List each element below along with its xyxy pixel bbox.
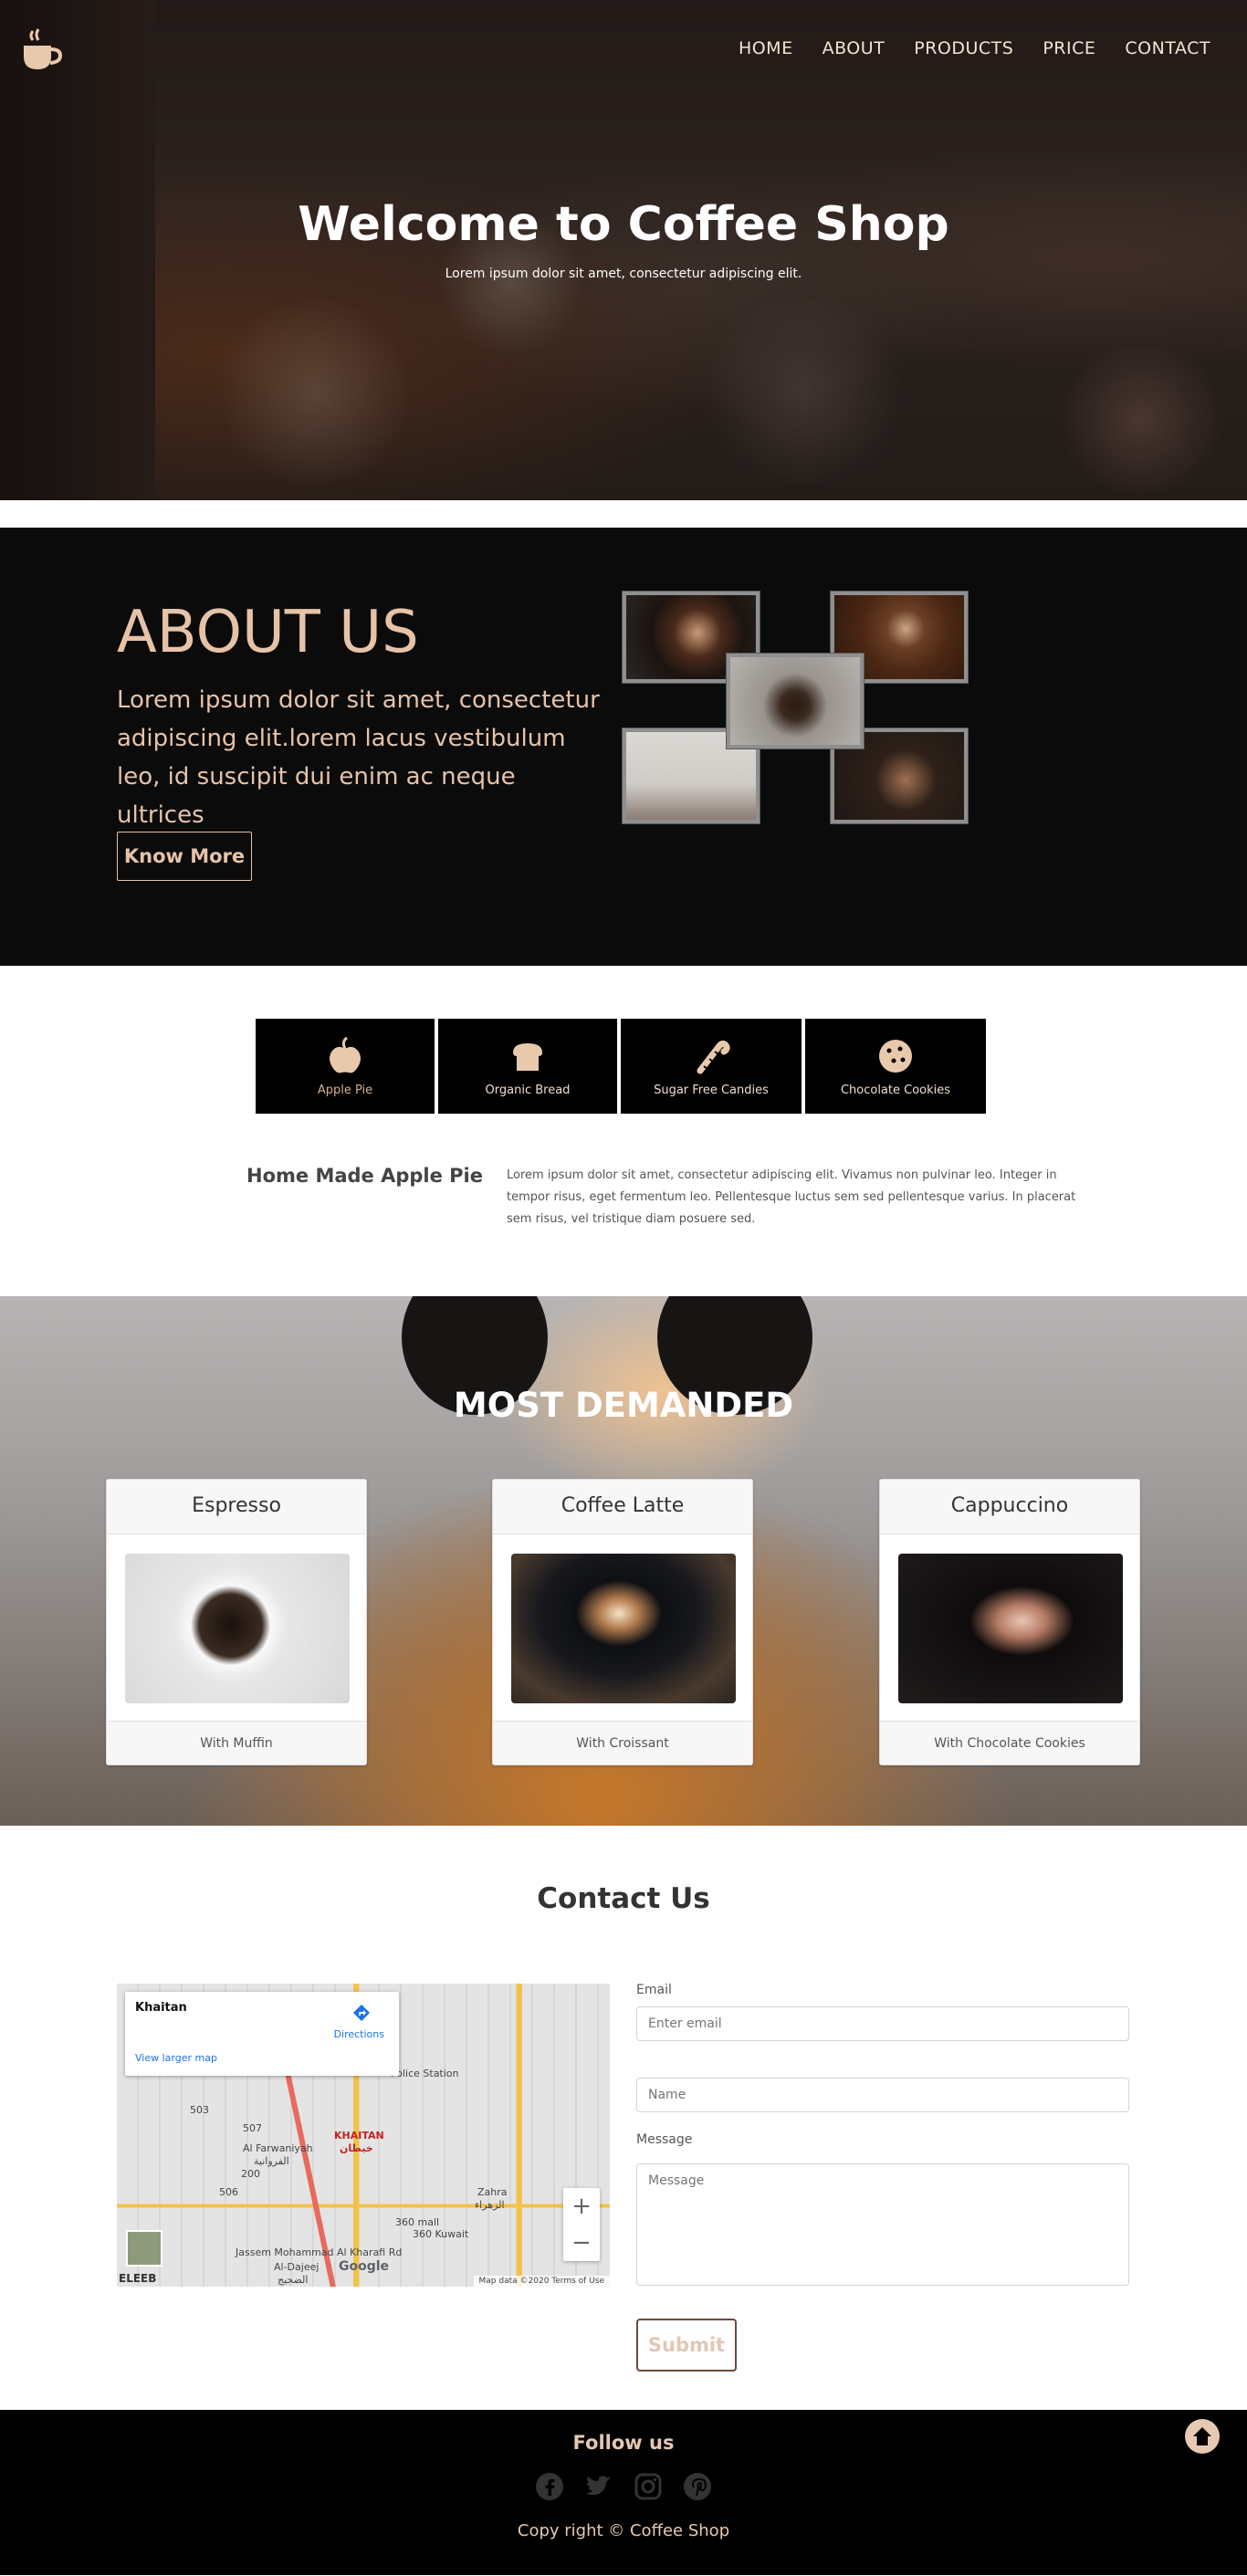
scroll-to-top-icon[interactable] bbox=[1183, 2417, 1221, 2456]
product-title: Home Made Apple Pie bbox=[246, 1165, 483, 1187]
nav-products[interactable]: PRODUCTS bbox=[914, 38, 1013, 58]
map-place-name: Khaitan bbox=[135, 2001, 187, 2015]
map-label: Al Farwaniyah bbox=[243, 2142, 313, 2154]
hero-title: Welcome to Coffee Shop bbox=[298, 197, 949, 252]
map-label: 360 mall bbox=[395, 2216, 440, 2228]
map-label: Jassem Mohammad Al Kharafi Rd bbox=[236, 2246, 403, 2258]
map-label: 200 bbox=[241, 2168, 260, 2180]
espresso-photo bbox=[125, 1554, 350, 1703]
facebook-icon[interactable] bbox=[535, 2472, 564, 2501]
satellite-toggle[interactable] bbox=[126, 2230, 162, 2267]
map-info-card: Khaitan Directions View larger map bbox=[125, 1992, 399, 2076]
submit-button[interactable]: Submit bbox=[636, 2319, 737, 2372]
know-more-button[interactable]: Know More bbox=[117, 832, 252, 881]
view-larger-map-link[interactable]: View larger map bbox=[135, 2052, 217, 2064]
follow-us-title: Follow us bbox=[572, 2432, 675, 2454]
most-demanded-title: MOST DEMANDED bbox=[453, 1386, 794, 1425]
product-card-coffee-latte[interactable]: Coffee Latte With Croissant bbox=[492, 1479, 753, 1765]
espresso-top-photo bbox=[727, 654, 864, 749]
email-label: Email bbox=[636, 1983, 672, 1997]
map-label: 360 Kuwait bbox=[413, 2228, 469, 2240]
map-label: خيطان bbox=[340, 2142, 373, 2154]
about-title: ABOUT US bbox=[117, 599, 419, 666]
nav-contact[interactable]: CONTACT bbox=[1125, 38, 1210, 58]
main-nav: HOME ABOUT PRODUCTS PRICE CONTACT bbox=[739, 38, 1210, 58]
zoom-out-button[interactable]: − bbox=[563, 2225, 600, 2261]
map-label: الفروانية bbox=[254, 2155, 289, 2167]
map-label: الزهراء bbox=[475, 2199, 505, 2211]
nav-price[interactable]: PRICE bbox=[1043, 38, 1095, 58]
card-footer: With Croissant bbox=[493, 1721, 752, 1764]
card-title: Cappuccino bbox=[880, 1480, 1139, 1534]
email-field[interactable] bbox=[636, 2006, 1129, 2041]
contact-section: Contact Us Police Station 507 503 200 50… bbox=[0, 1826, 1247, 2410]
tab-sugar-free-candies[interactable]: Sugar Free Candies bbox=[621, 1019, 802, 1114]
candy-cane-icon bbox=[697, 1040, 730, 1073]
product-description: Lorem ipsum dolor sit amet, consectetur … bbox=[507, 1168, 1076, 1226]
product-card-espresso[interactable]: Espresso With Muffin bbox=[106, 1479, 367, 1765]
name-field[interactable] bbox=[636, 2078, 1129, 2112]
apple-icon bbox=[330, 1036, 361, 1073]
tab-chocolate-cookies[interactable]: Chocolate Cookies bbox=[805, 1019, 986, 1114]
map-label: Zahra bbox=[477, 2186, 508, 2198]
cappuccino-photo bbox=[898, 1554, 1123, 1703]
bread-icon bbox=[513, 1042, 542, 1071]
product-tabs: Apple Pie Organic Bread Sugar Free Candi… bbox=[256, 1019, 986, 1114]
cookie-icon bbox=[879, 1039, 912, 1073]
map-label: Al-Dajeej bbox=[274, 2261, 320, 2273]
about-section: ABOUT US Lorem ipsum dolor sit amet, con… bbox=[0, 528, 1247, 966]
nav-about[interactable]: ABOUT bbox=[823, 38, 885, 58]
map-label: 506 bbox=[219, 2186, 238, 2198]
directions-link[interactable]: Directions bbox=[334, 2028, 384, 2040]
google-logo: Google bbox=[339, 2259, 390, 2274]
map-label: Police Station bbox=[391, 2068, 459, 2079]
card-title: Coffee Latte bbox=[493, 1480, 752, 1534]
map-label: 507 bbox=[243, 2122, 262, 2134]
map-zoom-controls: + − bbox=[563, 2188, 600, 2261]
map-label: 503 bbox=[190, 2104, 209, 2116]
tab-organic-bread[interactable]: Organic Bread bbox=[438, 1019, 617, 1114]
directions-icon[interactable] bbox=[351, 2003, 372, 2023]
about-text: Lorem ipsum dolor sit amet, consectetur … bbox=[117, 686, 600, 829]
hero-subtitle: Lorem ipsum dolor sit amet, consectetur … bbox=[445, 267, 802, 281]
map-label: KHAITAN bbox=[334, 2130, 384, 2141]
products-section: Apple Pie Organic Bread Sugar Free Candi… bbox=[0, 966, 1247, 1296]
copyright-text: Copy right © Coffee Shop bbox=[517, 2521, 730, 2540]
social-links bbox=[0, 2472, 1247, 2501]
contact-title: Contact Us bbox=[537, 1882, 710, 1915]
coffee-latte-photo bbox=[511, 1554, 736, 1703]
instagram-icon[interactable] bbox=[634, 2472, 663, 2501]
nav-home[interactable]: HOME bbox=[739, 38, 793, 58]
card-title: Espresso bbox=[107, 1480, 366, 1534]
product-card-cappuccino[interactable]: Cappuccino With Chocolate Cookies bbox=[879, 1479, 1140, 1765]
message-field[interactable] bbox=[636, 2163, 1129, 2286]
most-demanded-section: MOST DEMANDED Espresso With Muffin Coffe… bbox=[0, 1296, 1247, 1826]
map-label: ELEEB bbox=[119, 2272, 157, 2285]
twitter-icon[interactable] bbox=[584, 2472, 613, 2501]
embedded-map[interactable]: Police Station 507 503 200 506 Al Farwan… bbox=[117, 1984, 610, 2287]
map-label: الضجيج bbox=[278, 2274, 309, 2286]
message-label: Message bbox=[636, 2132, 693, 2147]
card-footer: With Chocolate Cookies bbox=[880, 1721, 1139, 1764]
tab-apple-pie[interactable]: Apple Pie bbox=[256, 1019, 435, 1114]
coffee-cup-icon[interactable] bbox=[20, 27, 69, 77]
map-terms[interactable]: Map data ©2020 Terms of Use bbox=[473, 2276, 610, 2287]
card-footer: With Muffin bbox=[107, 1721, 366, 1764]
footer: Follow us Copy right © Coffee Shop bbox=[0, 2410, 1247, 2575]
pinterest-icon[interactable] bbox=[683, 2472, 712, 2501]
hero-section: HOME ABOUT PRODUCTS PRICE CONTACT Welcom… bbox=[0, 0, 1247, 500]
about-photo-collage bbox=[623, 592, 969, 825]
zoom-in-button[interactable]: + bbox=[563, 2188, 600, 2225]
